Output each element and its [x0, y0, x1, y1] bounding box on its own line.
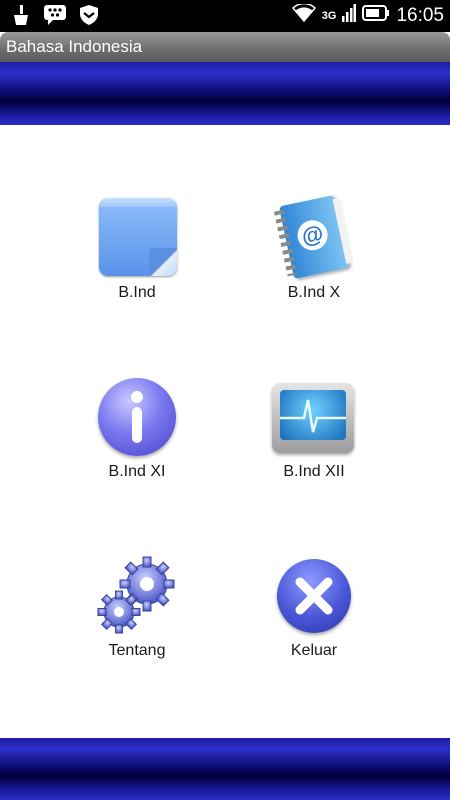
menu-bind-xi-button[interactable]: B.Ind XI: [62, 375, 212, 481]
menu-bind-xii-button[interactable]: B.Ind XII: [239, 375, 389, 481]
menu-label: B.Ind X: [287, 284, 341, 301]
menu-keluar-button[interactable]: Keluar: [239, 554, 389, 660]
status-bar: 3G 16:05: [0, 0, 450, 32]
menu-bind-x-button[interactable]: @ B.Ind X: [239, 194, 389, 302]
title-bar: Bahasa Indonesia: [0, 32, 450, 62]
battery-icon: [362, 4, 390, 27]
clock: 16:05: [396, 4, 444, 26]
menu-label: B.Ind XII: [283, 463, 345, 480]
shield-icon: [80, 5, 98, 30]
footer-banner: [0, 738, 450, 800]
menu-tentang-button[interactable]: Tentang: [62, 554, 212, 660]
header-banner: [0, 62, 450, 125]
wifi-icon: [291, 2, 316, 27]
signal-icon: [342, 4, 357, 27]
close-x-icon: [272, 554, 356, 638]
network-type: 3G: [321, 9, 337, 22]
menu-label: Keluar: [290, 642, 338, 659]
gears-icon: [95, 554, 179, 638]
address-book-icon: @: [272, 194, 356, 280]
cleaner-broom-icon: [12, 5, 30, 30]
sticky-note-icon: [95, 196, 179, 280]
info-icon: [95, 375, 179, 459]
bbm-chat-icon: [44, 5, 66, 30]
menu-label: Tentang: [108, 642, 166, 659]
monitor-pulse-icon: [272, 375, 356, 459]
menu-label: B.Ind: [118, 284, 156, 301]
menu-label: B.Ind XI: [108, 463, 166, 480]
menu-bind-button[interactable]: B.Ind: [62, 196, 212, 302]
app-title: Bahasa Indonesia: [6, 37, 143, 56]
